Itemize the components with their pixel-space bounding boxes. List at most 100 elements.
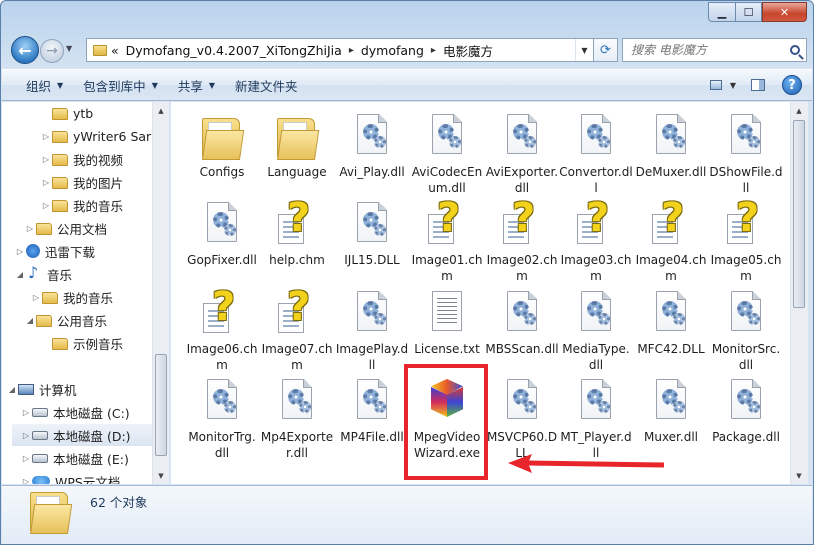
forward-button[interactable]: → bbox=[40, 39, 64, 63]
close-button[interactable]: ✕ bbox=[762, 2, 807, 22]
recent-pages-button[interactable]: ▼ bbox=[66, 44, 72, 53]
tree-item[interactable]: ▷ 公用文档 bbox=[24, 217, 107, 239]
tree-item[interactable]: ▷ WPS云文档 bbox=[20, 470, 120, 484]
file-item[interactable]: Avi_Play.dll bbox=[335, 112, 409, 180]
new-folder-button[interactable]: 新建文件夹 bbox=[225, 73, 308, 97]
file-item[interactable]: DShowFile.dll bbox=[709, 112, 783, 196]
tree-item[interactable]: ▷ 我的视频 bbox=[40, 148, 123, 170]
file-item[interactable]: Convertor.dll bbox=[559, 112, 633, 196]
expand-toggle-icon[interactable]: ▷ bbox=[20, 408, 32, 417]
help-icon[interactable]: ? bbox=[782, 75, 802, 95]
expand-toggle-icon[interactable]: ▷ bbox=[40, 155, 52, 164]
expand-toggle-icon[interactable]: ▷ bbox=[40, 178, 52, 187]
file-item[interactable]: DeMuxer.dll bbox=[634, 112, 708, 180]
tree-item[interactable]: ▷ 本地磁盘 (D:) bbox=[12, 424, 152, 446]
scroll-thumb[interactable] bbox=[793, 120, 805, 308]
scroll-thumb[interactable] bbox=[155, 354, 167, 456]
tree-item[interactable]: ▷ 本地磁盘 (C:) bbox=[20, 401, 130, 423]
preview-pane-icon[interactable] bbox=[746, 75, 770, 95]
file-item[interactable]: MonitorSrc.dll bbox=[709, 289, 783, 373]
file-item[interactable]: ? Image06.chm bbox=[185, 287, 259, 373]
address-bar[interactable]: « Dymofang_v0.4.2007_XiTongZhiJia ▸ dymo… bbox=[86, 38, 618, 62]
expand-toggle-icon[interactable]: ▷ bbox=[24, 224, 36, 233]
file-icon: ? bbox=[273, 198, 321, 250]
minimize-button[interactable]: ▁ bbox=[708, 2, 735, 22]
breadcrumb-segment[interactable]: dymofang bbox=[361, 43, 424, 58]
search-icon[interactable] bbox=[784, 45, 806, 55]
scroll-down-icon[interactable]: ▼ bbox=[153, 467, 169, 484]
expand-toggle-icon[interactable]: ▷ bbox=[20, 431, 32, 440]
file-item[interactable]: ? help.chm bbox=[260, 198, 334, 268]
expand-toggle-icon[interactable]: ▷ bbox=[14, 247, 26, 256]
change-view-icon[interactable] bbox=[704, 75, 728, 95]
file-item[interactable]: ? Image02.chm bbox=[485, 198, 559, 284]
expand-toggle-icon[interactable]: ▷ bbox=[30, 293, 42, 302]
tree-item[interactable]: 示例音乐 bbox=[40, 332, 123, 354]
file-item[interactable]: MediaType.dll bbox=[559, 289, 633, 373]
content-scrollbar[interactable]: ▲ ▼ bbox=[790, 102, 808, 484]
expand-toggle-icon[interactable]: ◢ bbox=[24, 316, 36, 325]
file-item[interactable]: IJL15.DLL bbox=[335, 200, 409, 268]
breadcrumb-overflow[interactable]: « bbox=[111, 43, 119, 58]
scroll-up-icon[interactable]: ▲ bbox=[153, 102, 169, 119]
tree-item[interactable]: ◢ 音乐 bbox=[14, 263, 72, 285]
breadcrumb-separator-icon[interactable]: ▸ bbox=[349, 45, 354, 56]
tree-item[interactable]: ytb bbox=[40, 102, 93, 124]
file-item[interactable]: Package.dll bbox=[709, 377, 783, 445]
breadcrumb-separator-icon[interactable]: ▸ bbox=[431, 45, 436, 56]
tree-item[interactable]: ◢ 计算机 bbox=[6, 378, 77, 400]
search-input[interactable] bbox=[623, 40, 784, 60]
include-in-library-menu[interactable]: 包含到库中 ▼ bbox=[73, 73, 168, 97]
tree-item-label: 我的音乐 bbox=[63, 290, 114, 306]
file-item[interactable]: MBSScan.dll bbox=[485, 289, 559, 357]
explorer-window: ▁ ☐ ✕ ← → ▼ « Dymofang_v0.4.2007_XiTongZ… bbox=[0, 0, 814, 545]
organize-menu[interactable]: 组织 ▼ bbox=[16, 73, 73, 97]
tree-item[interactable]: ▷ 我的图片 bbox=[40, 171, 123, 193]
file-item[interactable]: Configs bbox=[185, 112, 259, 180]
chevron-down-icon: ▼ bbox=[151, 80, 158, 90]
expand-toggle-icon[interactable]: ▷ bbox=[40, 132, 52, 141]
tree-item[interactable]: ▷ 本地磁盘 (E:) bbox=[20, 447, 129, 469]
file-item[interactable]: MT_Player.dll bbox=[559, 377, 633, 461]
scroll-up-icon[interactable]: ▲ bbox=[791, 102, 807, 119]
file-item[interactable]: Language bbox=[260, 112, 334, 180]
scroll-down-icon[interactable]: ▼ bbox=[791, 467, 807, 484]
expand-toggle-icon[interactable]: ◢ bbox=[14, 270, 26, 279]
tree-item[interactable]: ◢ 公用音乐 bbox=[24, 309, 107, 331]
file-item[interactable]: ? Image05.chm bbox=[709, 198, 783, 284]
nav-pane-scrollbar[interactable]: ▲ ▼ bbox=[152, 102, 169, 484]
tree-item[interactable]: ▷ 我的音乐 bbox=[30, 286, 113, 308]
address-dropdown-icon[interactable]: ▼ bbox=[575, 39, 593, 61]
tree-item[interactable]: ▷ 迅雷下载 bbox=[14, 240, 95, 262]
file-item[interactable]: AviCodecEnum.dll bbox=[410, 112, 484, 196]
tree-item[interactable]: ▷ yWriter6 Sar bbox=[40, 125, 151, 147]
view-options-dropdown-icon[interactable]: ▼ bbox=[730, 81, 736, 90]
file-item[interactable]: ? Image07.chm bbox=[260, 287, 334, 373]
tree-item[interactable]: ▷ 我的音乐 bbox=[40, 194, 123, 216]
file-item[interactable]: Mp4Exporter.dll bbox=[260, 377, 334, 461]
expand-toggle-icon[interactable]: ◢ bbox=[6, 385, 18, 394]
file-item[interactable]: GopFixer.dll bbox=[185, 200, 259, 268]
file-item[interactable]: ? Image04.chm bbox=[634, 198, 708, 284]
file-item[interactable]: ImagePlay.dll bbox=[335, 289, 409, 373]
file-item[interactable]: MonitorTrg.dll bbox=[185, 377, 259, 461]
breadcrumb-segment[interactable]: Dymofang_v0.4.2007_XiTongZhiJia bbox=[126, 43, 342, 58]
expand-toggle-icon[interactable]: ▷ bbox=[20, 454, 32, 463]
file-item[interactable]: License.txt bbox=[410, 289, 484, 357]
file-name: AviCodecEnum.dll bbox=[411, 165, 483, 195]
file-item[interactable]: MP4File.dll bbox=[335, 377, 409, 445]
file-item[interactable]: MFC42.DLL bbox=[634, 289, 708, 357]
back-button[interactable]: ← bbox=[11, 36, 39, 64]
share-menu[interactable]: 共享 ▼ bbox=[168, 73, 225, 97]
maximize-button[interactable]: ☐ bbox=[735, 2, 762, 22]
file-item[interactable]: ? Image01.chm bbox=[410, 198, 484, 284]
file-item[interactable]: AviExporter.dll bbox=[485, 112, 559, 196]
breadcrumb-segment[interactable]: 电影魔方 bbox=[443, 41, 493, 60]
refresh-button[interactable]: ⟳ bbox=[593, 39, 617, 61]
file-item[interactable]: MSVCP60.DLL bbox=[485, 377, 559, 461]
file-item[interactable]: Muxer.dll bbox=[634, 377, 708, 445]
expand-toggle-icon[interactable]: ▷ bbox=[20, 477, 32, 485]
tree-item-label: 公用音乐 bbox=[57, 313, 108, 329]
expand-toggle-icon[interactable]: ▷ bbox=[40, 201, 52, 210]
file-item[interactable]: ? Image03.chm bbox=[559, 198, 633, 284]
